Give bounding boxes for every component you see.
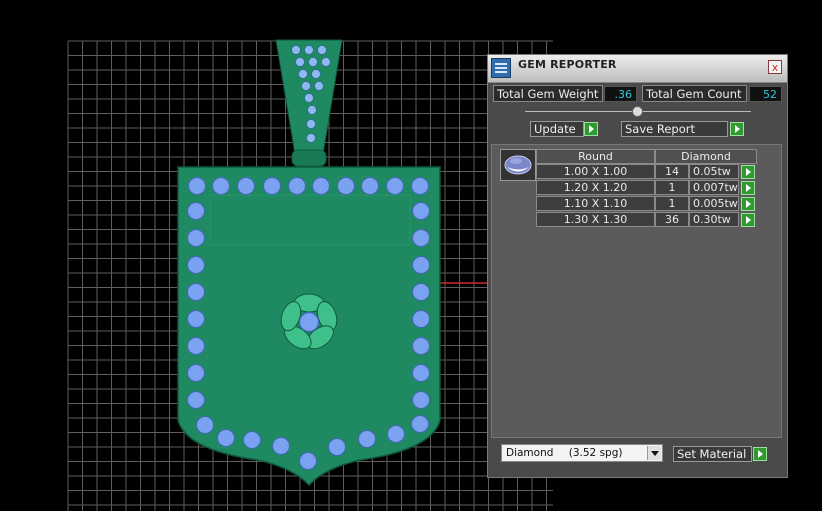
- flower-center-gem: [298, 311, 320, 333]
- gem-thumbnail[interactable]: [500, 149, 536, 181]
- bail-gem: [295, 57, 305, 67]
- edge-gem: [187, 256, 205, 274]
- gem-count-cell: 36: [655, 212, 689, 227]
- edge-gem: [288, 177, 306, 195]
- edge-gem: [361, 177, 379, 195]
- edge-gem: [263, 177, 281, 195]
- edge-gem: [387, 425, 405, 443]
- update-arrow-icon[interactable]: [584, 122, 598, 136]
- gem-count-cell: 1: [655, 180, 689, 195]
- save-report-arrow-icon[interactable]: [730, 122, 744, 136]
- gem-size-cell: 1.00 X 1.00: [536, 164, 655, 179]
- edge-gem: [299, 452, 317, 470]
- edge-gem: [412, 229, 430, 247]
- bail-gem: [311, 69, 321, 79]
- gem-weight-cell: 0.30tw: [689, 212, 739, 227]
- save-report-button[interactable]: Save Report: [621, 121, 728, 137]
- edge-gem: [412, 256, 430, 274]
- bail-gem: [314, 81, 324, 91]
- edge-gem: [412, 310, 430, 328]
- edge-gem: [243, 431, 261, 449]
- edge-gem: [187, 391, 205, 409]
- round-gem-icon: [504, 155, 532, 175]
- edge-gem: [187, 283, 205, 301]
- gem-reporter-panel: GEM REPORTER x Total Gem Weight .36 Tota…: [487, 54, 788, 478]
- set-material-arrow-icon[interactable]: [753, 447, 767, 461]
- edge-gem: [272, 437, 290, 455]
- edge-gem: [337, 177, 355, 195]
- row-select-arrow-icon[interactable]: [741, 165, 755, 179]
- edge-gem: [312, 177, 330, 195]
- row-select-arrow-icon[interactable]: [741, 213, 755, 227]
- edge-gem: [412, 364, 430, 382]
- material-select-value: Diamond: [506, 447, 554, 459]
- update-button[interactable]: Update: [530, 121, 584, 137]
- panel-title: GEM REPORTER: [518, 58, 617, 71]
- edge-gem: [187, 337, 205, 355]
- edge-gem: [412, 283, 430, 301]
- gem-count-cell: 1: [655, 196, 689, 211]
- shape-header: Round: [536, 149, 655, 164]
- bail-gem: [307, 105, 317, 115]
- bail-gem: [306, 133, 316, 143]
- gem-list-area: Round Diamond 1.00 X 1.00 14 0.05tw 1.20 X …: [491, 144, 782, 438]
- edge-gem: [188, 177, 206, 195]
- bail-gem: [308, 57, 318, 67]
- edge-gem: [412, 202, 430, 220]
- row-select-arrow-icon[interactable]: [741, 181, 755, 195]
- bail-gem: [321, 57, 331, 67]
- bail-gem: [291, 45, 301, 55]
- total-gem-weight-value: .36: [604, 86, 637, 102]
- bail-link: [291, 149, 327, 167]
- edge-gem: [358, 430, 376, 448]
- total-gem-weight-label: Total Gem Weight: [493, 85, 603, 102]
- chevron-down-icon[interactable]: [647, 446, 661, 460]
- edge-gem: [328, 438, 346, 456]
- total-gem-count-label: Total Gem Count: [642, 85, 747, 102]
- edge-gem: [187, 229, 205, 247]
- edge-gem: [412, 391, 430, 409]
- edge-gem: [237, 177, 255, 195]
- edge-gem: [411, 415, 429, 433]
- bail-gem: [306, 119, 316, 129]
- gem-size-cell: 1.20 X 1.20: [536, 180, 655, 195]
- material-header: Diamond: [655, 149, 757, 164]
- bail-gem: [304, 45, 314, 55]
- panel-titlebar[interactable]: GEM REPORTER x: [488, 55, 787, 83]
- close-button[interactable]: x: [768, 60, 782, 74]
- edge-gem: [196, 416, 214, 434]
- set-material-button[interactable]: Set Material: [673, 446, 752, 462]
- edge-gem: [187, 202, 205, 220]
- edge-gem: [212, 177, 230, 195]
- edge-gem: [217, 429, 235, 447]
- gem-count-cell: 14: [655, 164, 689, 179]
- edge-gem: [187, 364, 205, 382]
- gem-weight-cell: 0.005tw: [689, 196, 739, 211]
- edge-gem: [187, 310, 205, 328]
- total-gem-count-value: 52: [749, 86, 782, 102]
- gem-size-cell: 1.10 X 1.10: [536, 196, 655, 211]
- bail-gem: [301, 81, 311, 91]
- bail-gem: [317, 45, 327, 55]
- gem-reporter-icon: [491, 58, 511, 78]
- bail-gem: [298, 69, 308, 79]
- edge-gem: [386, 177, 404, 195]
- material-select-spg: (3.52 spg): [568, 447, 623, 459]
- bail-gem: [304, 93, 314, 103]
- edge-gem: [412, 337, 430, 355]
- gem-size-cell: 1.30 X 1.30: [536, 212, 655, 227]
- gem-weight-cell: 0.007tw: [689, 180, 739, 195]
- gem-weight-cell: 0.05tw: [689, 164, 739, 179]
- slider-thumb[interactable]: [632, 106, 643, 117]
- edge-gem: [411, 177, 429, 195]
- material-select[interactable]: Diamond (3.52 spg): [501, 444, 663, 462]
- row-select-arrow-icon[interactable]: [741, 197, 755, 211]
